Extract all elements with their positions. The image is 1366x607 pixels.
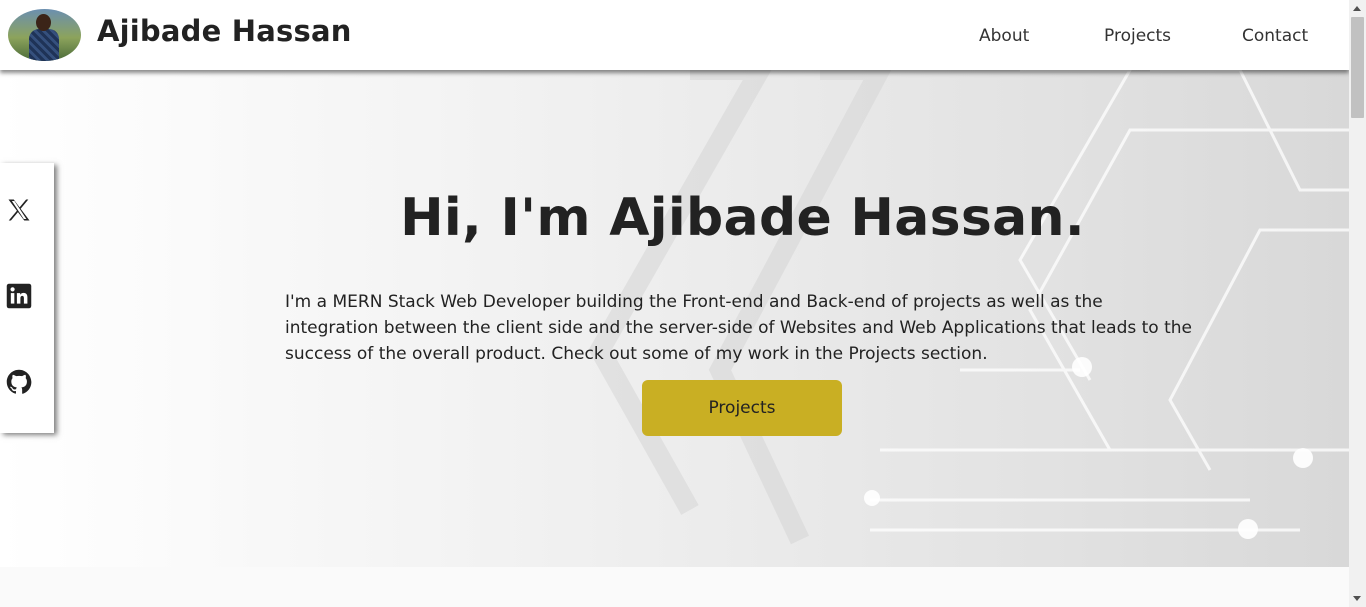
main-nav: About Projects Contact	[0, 26, 1349, 50]
nav-projects-link[interactable]: Projects	[1104, 26, 1171, 46]
vertical-scrollbar[interactable]	[1349, 0, 1366, 607]
projects-cta-button[interactable]: Projects	[642, 380, 842, 436]
nav-contact-link[interactable]: Contact	[1242, 26, 1308, 46]
scroll-down-arrow-icon[interactable]	[1353, 596, 1361, 601]
scroll-up-arrow-icon[interactable]	[1353, 6, 1361, 11]
site-header: Ajibade Hassan About Projects Contact	[0, 0, 1349, 70]
next-section	[0, 567, 1349, 607]
scrollbar-thumb[interactable]	[1351, 17, 1364, 118]
hero-intro-text: I'm a MERN Stack Web Developer building …	[285, 292, 1192, 364]
hero-section: Hi, I'm Ajibade Hassan. I'm a MERN Stack…	[0, 70, 1349, 567]
linkedin-link[interactable]	[5, 282, 33, 310]
github-link[interactable]	[5, 368, 33, 396]
x-twitter-icon	[8, 199, 30, 221]
linkedin-icon	[6, 283, 32, 309]
page: Ajibade Hassan About Projects Contact Hi…	[0, 0, 1349, 607]
github-icon	[6, 369, 32, 394]
social-sidebar	[0, 163, 54, 433]
nav-about-link[interactable]: About	[979, 26, 1029, 46]
x-twitter-link[interactable]	[5, 196, 33, 224]
hero-heading: Hi, I'm Ajibade Hassan.	[400, 188, 1085, 248]
